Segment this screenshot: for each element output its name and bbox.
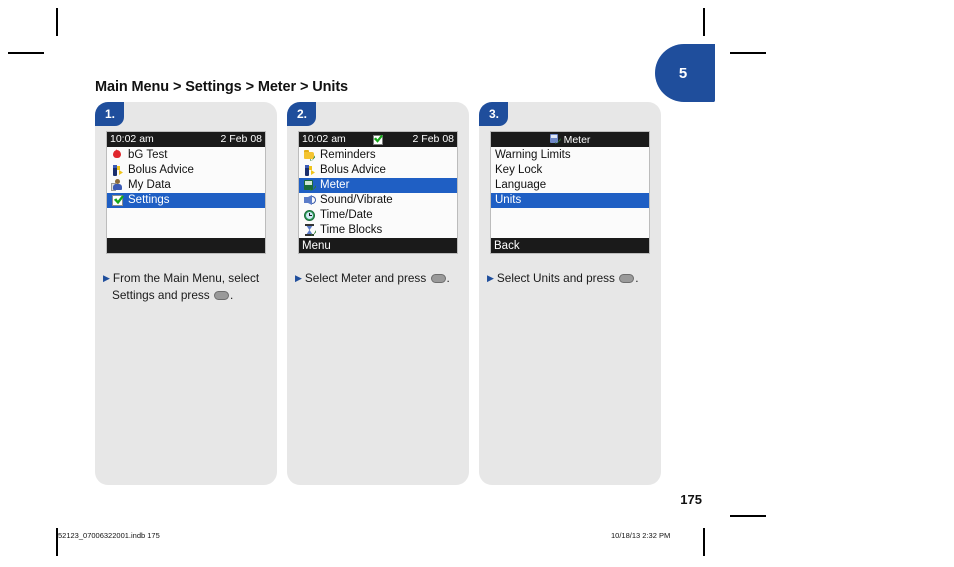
ok-button-glyph-icon: [619, 274, 635, 283]
caption-line: From the Main Menu, select: [112, 271, 260, 285]
caption-line: Select Units and press: [496, 271, 619, 285]
menu-item-label: Time/Date: [320, 208, 373, 221]
step-card-2: 2. 10:02 am 2 Feb 08 Reminders Bolus Adv…: [287, 102, 469, 485]
bolus-advice-icon: [302, 164, 317, 177]
settings-check-icon: [110, 194, 125, 207]
menu-item-language[interactable]: Language: [491, 178, 649, 193]
bullet-arrow-icon: ▶: [487, 272, 494, 283]
menu-item-settings[interactable]: Settings: [107, 193, 265, 208]
menu-item-my-data[interactable]: My Data: [107, 178, 265, 193]
menu-list: Reminders Bolus Advice Meter Sound/Vibra…: [299, 147, 457, 238]
menu-item-label: Units: [495, 193, 522, 206]
menu-item-label: Bolus Advice: [128, 163, 194, 176]
reminders-icon: [302, 149, 317, 162]
meter-icon: [549, 134, 561, 145]
time-date-icon: [302, 209, 317, 222]
menu-item-bg-test[interactable]: bG Test: [107, 148, 265, 163]
status-time: 10:02 am: [110, 133, 154, 146]
meter-icon: [302, 179, 317, 192]
step-number-badge: 3.: [479, 102, 508, 126]
menu-item-key-lock[interactable]: Key Lock: [491, 163, 649, 178]
menu-item-label: Warning Limits: [495, 148, 571, 161]
menu-item-meter[interactable]: Meter: [299, 178, 457, 193]
ok-button-glyph-icon: [214, 291, 229, 301]
sound-vibrate-icon: [302, 194, 317, 207]
caption-line: Select Meter and press: [304, 271, 430, 285]
breadcrumb: Main Menu > Settings > Meter > Units: [95, 79, 349, 95]
page-section-number: 5: [678, 64, 688, 82]
page-number: 175: [680, 492, 702, 507]
screen-title: Meter: [563, 133, 591, 146]
bullet-arrow-icon: ▶: [103, 272, 110, 283]
menu-item-label: Meter: [320, 178, 350, 191]
print-timestamp: 10/18/13 2:32 PM: [611, 531, 671, 540]
menu-item-reminders[interactable]: Reminders: [299, 148, 457, 163]
device-screen-2: 10:02 am 2 Feb 08 Reminders Bolus Advice: [298, 131, 458, 254]
step-caption-1: ▶ From the Main Menu, select Settings and…: [103, 270, 275, 304]
menu-item-label: Bolus Advice: [320, 163, 386, 176]
menu-item-label: Settings: [128, 193, 170, 206]
soft-key-bar[interactable]: Menu: [299, 238, 457, 253]
step-number-badge: 1.: [95, 102, 124, 126]
menu-item-label: My Data: [128, 178, 171, 191]
step-card-3: 3. Meter Warning Limits Key Lock Languag…: [479, 102, 661, 485]
device-screen-1: 10:02 am 2 Feb 08 bG Test Bolus Advice M…: [106, 131, 266, 254]
menu-item-label: Language: [495, 178, 547, 191]
device-screen-3: Meter Warning Limits Key Lock Language U…: [490, 131, 650, 254]
status-center-icon-wrap: [299, 134, 457, 145]
menu-item-bolus-advice[interactable]: Bolus Advice: [107, 163, 265, 178]
menu-item-sound-vibrate[interactable]: Sound/Vibrate: [299, 193, 457, 208]
status-date: 2 Feb 08: [220, 133, 262, 146]
menu-item-units[interactable]: Units: [491, 193, 649, 208]
caption-period: .: [635, 271, 639, 285]
status-bar: 10:02 am 2 Feb 08: [107, 132, 265, 147]
crop-mark-top-left: [56, 8, 58, 36]
menu-item-label: Time Blocks: [320, 223, 383, 236]
menu-item-time-blocks[interactable]: Time Blocks: [299, 223, 457, 238]
caption-period: .: [446, 271, 450, 285]
blood-drop-icon: [110, 149, 125, 162]
my-data-icon: [110, 179, 125, 192]
menu-item-label: Sound/Vibrate: [320, 193, 393, 206]
ok-button-glyph-icon: [430, 274, 446, 283]
screen-title-bar: Meter: [491, 132, 649, 147]
caption-period: .: [230, 288, 234, 303]
time-blocks-icon: [302, 224, 317, 237]
bolus-advice-icon: [110, 164, 125, 177]
status-bar: 10:02 am 2 Feb 08: [299, 132, 457, 147]
menu-list: Warning Limits Key Lock Language Units: [491, 147, 649, 238]
step-caption-2: ▶ Select Meter and press .: [295, 270, 467, 287]
crop-mark-left-top: [8, 52, 44, 54]
soft-key-label: Back: [494, 239, 520, 252]
page-section-tab: 5: [655, 44, 715, 102]
soft-key-bar[interactable]: Back: [491, 238, 649, 253]
bullet-arrow-icon: ▶: [295, 272, 302, 283]
crop-mark-right-bottom: [730, 515, 766, 517]
menu-item-label: Reminders: [320, 148, 376, 161]
soft-key-label: Menu: [302, 239, 331, 252]
menu-blank-area: [107, 208, 265, 238]
menu-list: bG Test Bolus Advice My Data Settings: [107, 147, 265, 238]
menu-item-warning-limits[interactable]: Warning Limits: [491, 148, 649, 163]
menu-item-bolus-advice[interactable]: Bolus Advice: [299, 163, 457, 178]
menu-blank-area: [491, 208, 649, 238]
menu-item-label: Key Lock: [495, 163, 543, 176]
step-caption-3: ▶ Select Units and press .: [487, 270, 659, 287]
step-number-badge: 2.: [287, 102, 316, 126]
menu-item-label: bG Test: [128, 148, 168, 161]
soft-key-bar[interactable]: [107, 238, 265, 253]
step-card-1: 1. 10:02 am 2 Feb 08 bG Test Bolus Advic…: [95, 102, 277, 485]
caption-line: Settings and press: [112, 288, 213, 303]
crop-mark-bottom-right: [703, 528, 705, 556]
green-check-icon: [373, 134, 383, 145]
crop-mark-right-top: [730, 52, 766, 54]
menu-item-time-date[interactable]: Time/Date: [299, 208, 457, 223]
print-filename: 52123_07006322001.indb 175: [58, 531, 160, 540]
crop-mark-top-right: [703, 8, 705, 36]
